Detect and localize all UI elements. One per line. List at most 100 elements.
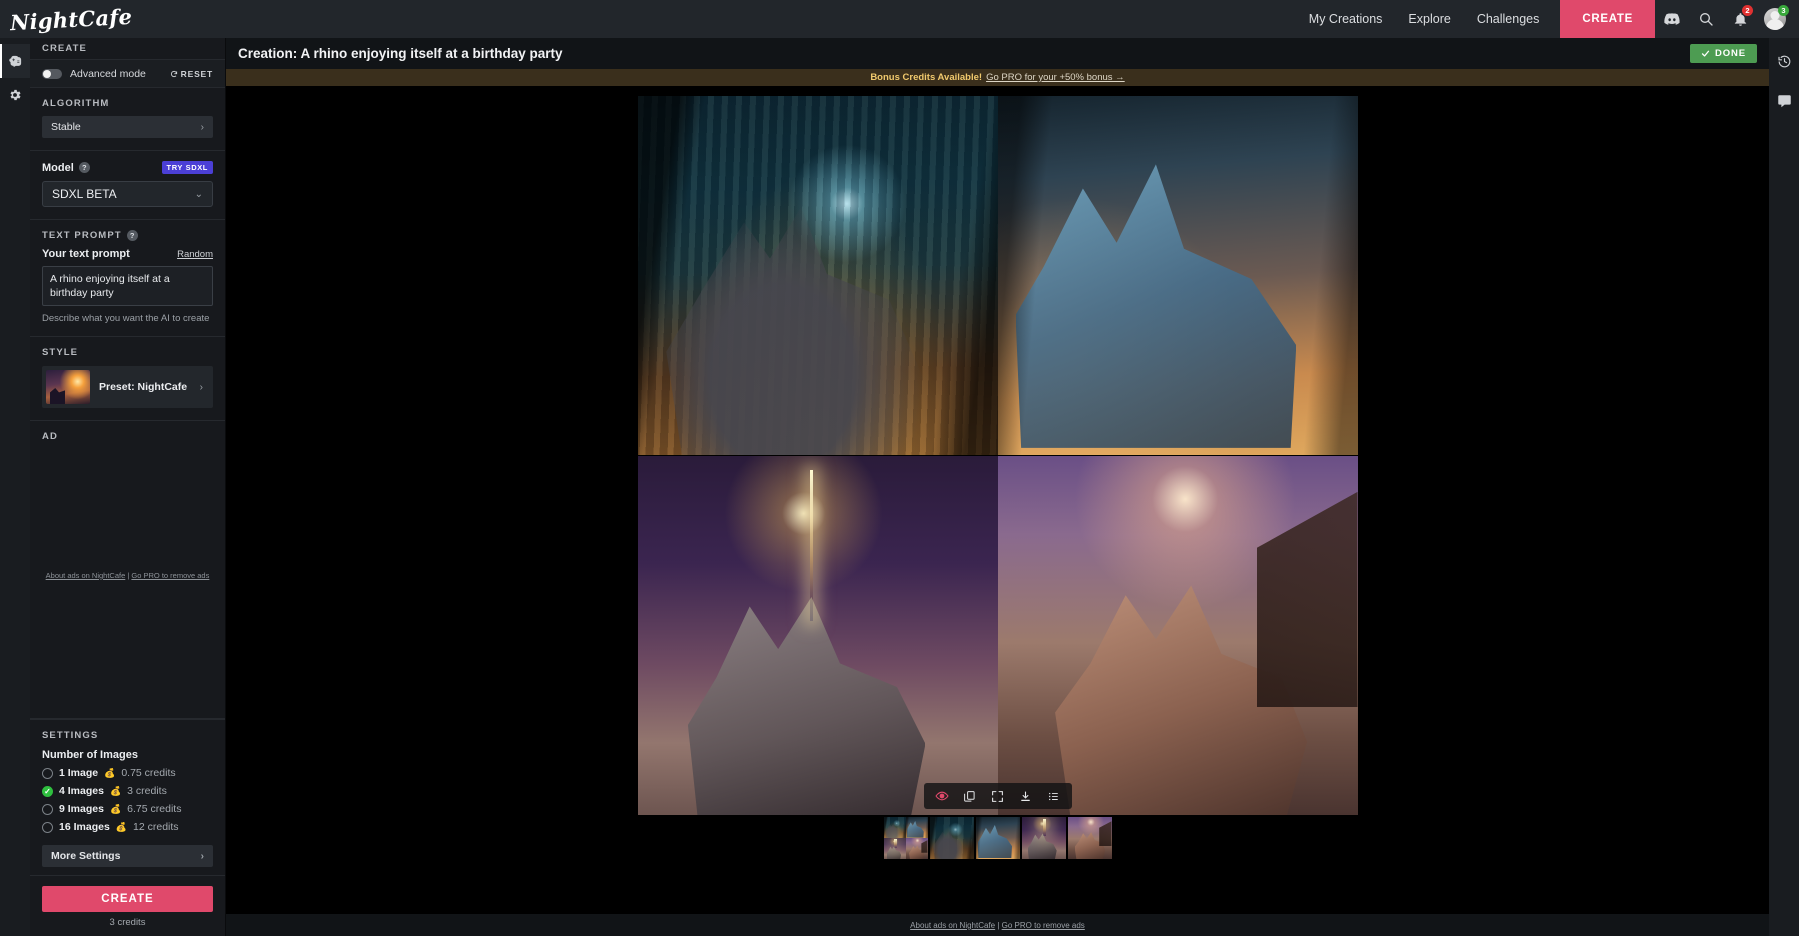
sidebar-scroll-area: CREATE Advanced mode RESET ALGORITHM Sta… xyxy=(30,38,225,875)
settings-title: SETTINGS xyxy=(42,730,99,741)
more-settings-button[interactable]: More Settings › xyxy=(42,845,213,867)
text-prompt-input[interactable]: A rhino enjoying itself at a birthday pa… xyxy=(42,266,213,307)
model-select[interactable]: SDXL BETA ⌄ xyxy=(42,181,213,207)
option-1-image[interactable]: 1 Image 💰 0.75 credits xyxy=(42,767,213,779)
coin-icon: 💰 xyxy=(109,785,122,796)
try-sdxl-badge[interactable]: TRY SDXL xyxy=(161,161,213,174)
option-credits: 6.75 credits xyxy=(127,803,182,815)
option-4-images[interactable]: 4 Images 💰 3 credits xyxy=(42,785,213,797)
ad-go-pro-link[interactable]: Go PRO to remove ads xyxy=(131,571,209,580)
visibility-eye-icon[interactable] xyxy=(928,786,956,806)
search-icon[interactable] xyxy=(1689,0,1723,38)
text-prompt-help-icon[interactable]: ? xyxy=(126,230,138,241)
nav-link-challenges[interactable]: Challenges xyxy=(1464,0,1553,38)
sidebar-header-label: CREATE xyxy=(42,43,87,54)
bonus-credits-banner: Bonus Credits Available! Go PRO for your… xyxy=(226,69,1769,86)
model-block: Model ? TRY SDXL SDXL BETA ⌄ xyxy=(30,151,225,220)
model-label-row: Model ? TRY SDXL xyxy=(42,161,213,174)
option-credits: 0.75 credits xyxy=(121,767,176,779)
banner-go-pro-link[interactable]: Go PRO for your +50% bonus → xyxy=(986,72,1125,83)
text-prompt-title: TEXT PROMPT xyxy=(42,230,122,241)
ad-title: AD xyxy=(42,431,58,443)
prompt-field-label: Your text prompt xyxy=(42,248,130,260)
thumbnail-grid[interactable] xyxy=(883,817,928,859)
model-value: SDXL BETA xyxy=(52,187,117,201)
reset-label: RESET xyxy=(180,68,213,79)
option-9-images[interactable]: 9 Images 💰 6.75 credits xyxy=(42,803,213,815)
coin-icon: 💰 xyxy=(115,821,128,832)
radio-unchecked-icon xyxy=(42,821,53,833)
more-settings-label: More Settings xyxy=(51,850,121,862)
avatar[interactable]: 3 xyxy=(1757,0,1793,38)
create-button[interactable]: CREATE xyxy=(42,886,213,912)
reset-refresh-icon xyxy=(170,70,178,78)
algorithm-select[interactable]: Stable › xyxy=(42,116,213,138)
avatar-count-badge: 3 xyxy=(1778,5,1789,16)
list-details-icon[interactable] xyxy=(1040,786,1068,806)
ad-footer-links: About ads on NightCafe | Go PRO to remov… xyxy=(42,571,213,580)
footer-about-ads-link[interactable]: About ads on NightCafe xyxy=(910,921,995,930)
model-help-icon[interactable]: ? xyxy=(78,162,90,173)
algorithm-title: ALGORITHM xyxy=(42,98,110,109)
option-label: 1 Image xyxy=(59,767,99,779)
thumbnail-strip xyxy=(883,817,1112,859)
thumbnail-image-2[interactable] xyxy=(975,817,1020,859)
generated-image-3[interactable] xyxy=(637,456,998,815)
create-button-credits: 3 credits xyxy=(109,917,146,928)
option-credits: 3 credits xyxy=(127,785,167,797)
top-create-button[interactable]: CREATE xyxy=(1560,0,1655,38)
chat-bubble-icon[interactable] xyxy=(1769,86,1799,116)
top-nav-right-group: My Creations Explore Challenges CREATE 2… xyxy=(1296,0,1799,38)
option-16-images[interactable]: 16 Images 💰 12 credits xyxy=(42,821,213,833)
footer-go-pro-link[interactable]: Go PRO to remove ads xyxy=(1002,921,1085,930)
advanced-mode-toggle[interactable] xyxy=(42,68,62,79)
style-block: STYLE Preset: NightCafe › xyxy=(30,337,225,422)
option-label: 4 Images xyxy=(59,785,104,797)
nav-link-my-creations[interactable]: My Creations xyxy=(1296,0,1396,38)
check-icon xyxy=(1701,49,1710,58)
chevron-right-icon: › xyxy=(200,121,204,133)
notifications-bell-icon[interactable]: 2 xyxy=(1723,0,1757,38)
thumbnail-image-4[interactable] xyxy=(1067,817,1112,859)
image-grid-wrapper xyxy=(637,96,1358,859)
rail-item-settings[interactable] xyxy=(0,78,30,112)
thumbnail-image-3[interactable] xyxy=(1021,817,1066,859)
banner-bold-text: Bonus Credits Available! xyxy=(870,72,983,83)
ad-about-link[interactable]: About ads on NightCafe xyxy=(46,571,126,580)
rail-item-create[interactable] xyxy=(0,44,30,78)
prompt-field-label-row: Your text prompt Random xyxy=(42,248,213,260)
style-preset-label: Preset: NightCafe xyxy=(99,381,188,394)
coin-icon: 💰 xyxy=(109,803,122,814)
advanced-mode-label: Advanced mode xyxy=(70,67,146,80)
text-prompt-title-row: TEXT PROMPT ? xyxy=(42,230,213,241)
history-clock-icon[interactable] xyxy=(1769,46,1799,76)
nav-link-explore[interactable]: Explore xyxy=(1395,0,1463,38)
style-title: STYLE xyxy=(42,347,79,359)
generated-image-1[interactable] xyxy=(637,96,998,455)
fullscreen-expand-icon[interactable] xyxy=(984,786,1012,806)
duplicate-copy-icon[interactable] xyxy=(956,786,984,806)
nightcafe-logo[interactable]: NightCafe xyxy=(9,3,132,34)
generated-image-4[interactable] xyxy=(997,456,1358,815)
settings-gear-icon xyxy=(8,88,22,102)
random-prompt-link[interactable]: Random xyxy=(177,249,213,260)
download-icon[interactable] xyxy=(1012,786,1040,806)
notification-count-badge: 2 xyxy=(1742,5,1753,16)
model-label: Model xyxy=(42,161,74,174)
reset-button[interactable]: RESET xyxy=(170,69,213,79)
style-preset-card[interactable]: Preset: NightCafe › xyxy=(42,366,213,409)
app-body: CREATE Advanced mode RESET ALGORITHM Sta… xyxy=(0,38,1799,936)
algorithm-block: ALGORITHM Stable › xyxy=(30,88,225,151)
main-panel: Creation: A rhino enjoying itself at a b… xyxy=(226,38,1769,936)
thumbnail-image-1[interactable] xyxy=(929,817,974,859)
nightcafe-app: NightCafe My Creations Explore Challenge… xyxy=(0,0,1799,936)
option-credits: 12 credits xyxy=(133,821,179,833)
discord-icon[interactable] xyxy=(1655,0,1689,38)
creation-canvas xyxy=(226,86,1769,914)
right-icon-rail xyxy=(1769,38,1799,936)
done-button[interactable]: DONE xyxy=(1689,44,1757,63)
advanced-mode-row: Advanced mode RESET xyxy=(30,60,225,88)
top-navigation-bar: NightCafe My Creations Explore Challenge… xyxy=(0,0,1799,38)
page-title: Creation: A rhino enjoying itself at a b… xyxy=(238,46,563,61)
generated-image-2[interactable] xyxy=(997,96,1358,455)
